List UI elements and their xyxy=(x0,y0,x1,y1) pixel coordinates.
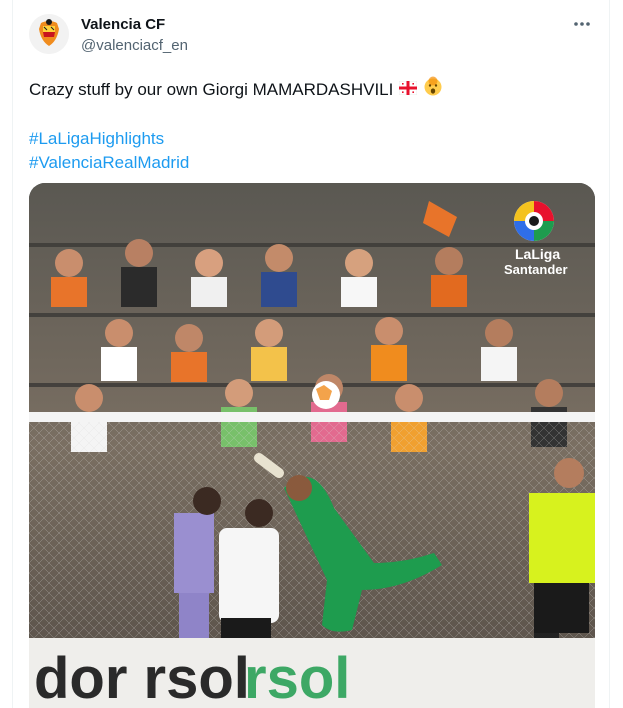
video-media[interactable]: dor rsol rsol LaLiga Santander xyxy=(29,183,595,708)
board-text: dor rsol xyxy=(34,646,250,708)
valencia-crest-icon xyxy=(29,14,69,54)
laliga-logo-line2: Santander xyxy=(504,262,568,277)
match-still-image: dor rsol rsol LaLiga Santander xyxy=(29,183,595,708)
more-options-icon[interactable] xyxy=(571,16,593,32)
tweet-text: Crazy stuff by our own Giorgi MAMARDASHV… xyxy=(29,76,589,175)
tweet-card[interactable]: Valencia CF @valenciacf_en Crazy stuff b… xyxy=(12,0,610,708)
avatar[interactable] xyxy=(29,14,69,54)
author-handle[interactable]: @valenciacf_en xyxy=(81,37,188,54)
svg-text:rsol: rsol xyxy=(244,646,350,708)
hashtag-valencia-real-madrid[interactable]: #ValenciaRealMadrid xyxy=(29,151,589,175)
shocked-face-icon xyxy=(423,76,443,103)
georgia-flag-icon xyxy=(399,78,418,102)
tweet-body: Crazy stuff by our own Giorgi MAMARDASHV… xyxy=(29,79,394,99)
author-name[interactable]: Valencia CF xyxy=(81,16,165,33)
hashtag-laliga-highlights[interactable]: #LaLigaHighlights xyxy=(29,127,589,151)
laliga-logo-line1: LaLiga xyxy=(515,246,560,262)
